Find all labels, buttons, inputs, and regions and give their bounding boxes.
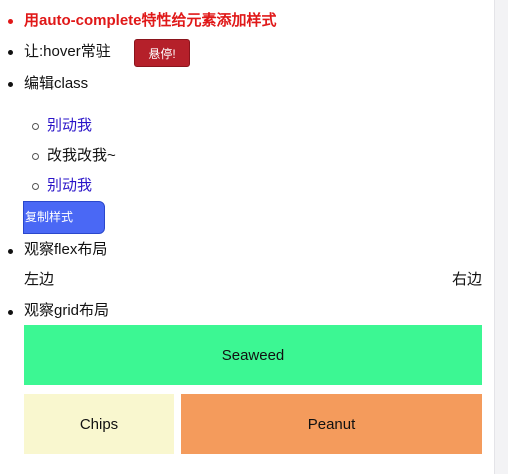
bullet-hover [8, 50, 13, 55]
autocomplete-title: 用auto-complete特性给元素添加样式 [24, 12, 277, 29]
vertical-scrollbar[interactable] [494, 0, 508, 474]
bullet-autocomplete [8, 19, 13, 24]
flex-right-text: 右边 [452, 271, 483, 288]
sub-bullet-3 [32, 183, 39, 190]
sub-item-1[interactable]: 别动我 [47, 117, 92, 135]
sub-item-2: 改我改我~ [47, 147, 116, 164]
flex-label: 观察flex布局 [24, 241, 108, 258]
grid-cell-seaweed: Seaweed [24, 325, 482, 385]
sub-item-3[interactable]: 别动我 [47, 177, 92, 195]
edit-class-label: 编辑class [24, 75, 89, 92]
grid-cell-chips: Chips [24, 394, 174, 454]
grid-cell-peanut: Peanut [181, 394, 482, 454]
hover-label: 让:hover常驻 [24, 43, 111, 60]
sub-bullet-2 [32, 153, 39, 160]
grid-label: 观察grid布局 [24, 302, 110, 319]
bullet-grid [8, 310, 13, 315]
sub-bullet-1 [32, 123, 39, 130]
copy-style-button[interactable]: 复制样式 [23, 201, 105, 234]
flex-left-text: 左边 [24, 271, 55, 288]
bullet-flex [8, 249, 13, 254]
hover-button[interactable]: 悬停! [134, 39, 190, 67]
bullet-edit-class [8, 82, 13, 87]
